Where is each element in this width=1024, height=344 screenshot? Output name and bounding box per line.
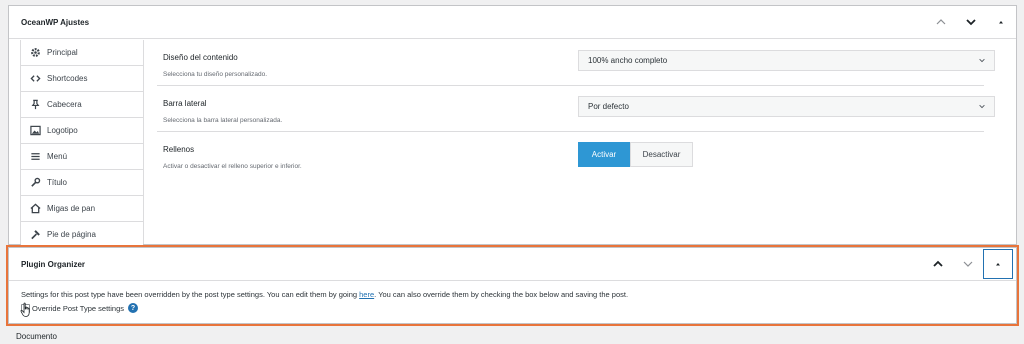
chevron-down-icon	[966, 19, 976, 26]
wrench-icon	[29, 177, 41, 189]
triangle-up-icon	[996, 263, 1000, 266]
sidebar-item-menu[interactable]: Menú	[21, 144, 143, 170]
gear-icon	[29, 47, 41, 59]
edit-settings-link[interactable]: here	[359, 290, 374, 299]
code-icon	[29, 73, 41, 85]
move-up-button[interactable]	[923, 248, 953, 281]
activate-button[interactable]: Activar	[578, 142, 630, 167]
sidebar-item-cabecera[interactable]: Cabecera	[21, 92, 143, 118]
setting-row-sidebar: Barra lateral Selecciona la barra latera…	[157, 86, 995, 132]
plugin-organizer-title: Plugin Organizer	[21, 259, 86, 269]
setting-label: Rellenos	[163, 145, 195, 154]
override-row: Override Post Type settings ?	[21, 303, 1004, 313]
sidebar-item-label: Título	[47, 178, 68, 187]
setting-label: Barra lateral	[163, 99, 207, 108]
oceanwp-panel-body: Principal Shortcodes Cabecera Logotipo M…	[9, 40, 1016, 248]
sidebar-select[interactable]: Por defecto	[578, 96, 995, 117]
home-icon	[29, 203, 41, 215]
menu-icon	[29, 151, 41, 163]
move-up-button[interactable]	[926, 6, 956, 39]
move-down-button[interactable]	[956, 6, 986, 39]
sidebar-item-label: Migas de pan	[47, 204, 96, 213]
chevron-down-icon	[979, 58, 985, 63]
chevron-down-icon	[963, 261, 973, 267]
setting-description: Selecciona la barra lateral personalizad…	[163, 117, 283, 124]
sidebar-item-label: Shortcodes	[47, 74, 88, 83]
setting-label: Diseño del contenido	[163, 53, 238, 62]
sidebar-item-label: Menú	[47, 152, 68, 161]
oceanwp-settings-panel: OceanWP Ajustes Principal Shortcodes Cab…	[8, 5, 1017, 248]
sidebar-item-label: Principal	[47, 48, 78, 57]
toggle-panel-button[interactable]	[986, 6, 1016, 39]
triangle-up-icon	[999, 21, 1003, 24]
setting-description: Activar o desactivar el relleno superior…	[163, 163, 302, 170]
image-icon	[29, 125, 41, 137]
sidebar-item-shortcodes[interactable]: Shortcodes	[21, 66, 143, 92]
plugin-organizer-panel: Plugin Organizer Settings for this post …	[6, 245, 1019, 326]
sidebar-item-label: Cabecera	[47, 100, 82, 109]
sidebar-select-value: Por defecto	[588, 102, 629, 111]
layout-select[interactable]: 100% ancho completo	[578, 50, 995, 71]
sidebar-item-label: Logotipo	[47, 126, 78, 135]
sidebar-item-pie[interactable]: Pie de página	[21, 222, 143, 248]
pin-icon	[29, 99, 41, 111]
sidebar-item-principal[interactable]: Principal	[21, 40, 143, 66]
move-down-button[interactable]	[953, 248, 983, 281]
help-icon[interactable]: ?	[128, 303, 138, 313]
oceanwp-panel-actions	[926, 6, 1016, 38]
plugin-organizer-body: Settings for this post type have been ov…	[21, 282, 1004, 323]
sidebar-item-logotipo[interactable]: Logotipo	[21, 118, 143, 144]
notice-text-before: Settings for this post type have been ov…	[21, 290, 360, 299]
footer-section-label: Documento	[16, 332, 57, 341]
sidebar-item-migas[interactable]: Migas de pan	[21, 196, 143, 222]
hand-cursor-icon	[20, 302, 30, 317]
deactivate-button[interactable]: Desactivar	[630, 142, 693, 167]
setting-row-layout: Diseño del contenido Selecciona tu diseñ…	[157, 40, 995, 86]
setting-row-paddings: Rellenos Activar o desactivar el relleno…	[157, 132, 984, 178]
plugin-organizer-header: Plugin Organizer	[9, 248, 1016, 281]
oceanwp-panel-header: OceanWP Ajustes	[9, 6, 1016, 39]
oceanwp-settings-content: Diseño del contenido Selecciona tu diseñ…	[157, 40, 995, 244]
oceanwp-sidebar: Principal Shortcodes Cabecera Logotipo M…	[20, 40, 144, 248]
sidebar-item-label: Pie de página	[47, 230, 96, 239]
setting-description: Selecciona tu diseño personalizado.	[163, 71, 268, 78]
chevron-up-icon	[936, 19, 946, 25]
chevron-up-icon	[933, 260, 943, 267]
hammer-icon	[29, 229, 41, 241]
override-label: Override Post Type settings	[32, 303, 124, 313]
notice-text-after: . You can also override them by checking…	[374, 290, 629, 299]
toggle-panel-button[interactable]	[983, 249, 1013, 279]
paddings-toggle-group: Activar Desactivar	[578, 142, 693, 167]
override-notice: Settings for this post type have been ov…	[21, 290, 1004, 299]
sidebar-item-titulo[interactable]: Título	[21, 170, 143, 196]
oceanwp-panel-title: OceanWP Ajustes	[21, 17, 90, 27]
layout-select-value: 100% ancho completo	[588, 56, 668, 65]
plugin-organizer-actions	[923, 248, 1016, 280]
chevron-down-icon	[979, 104, 985, 109]
